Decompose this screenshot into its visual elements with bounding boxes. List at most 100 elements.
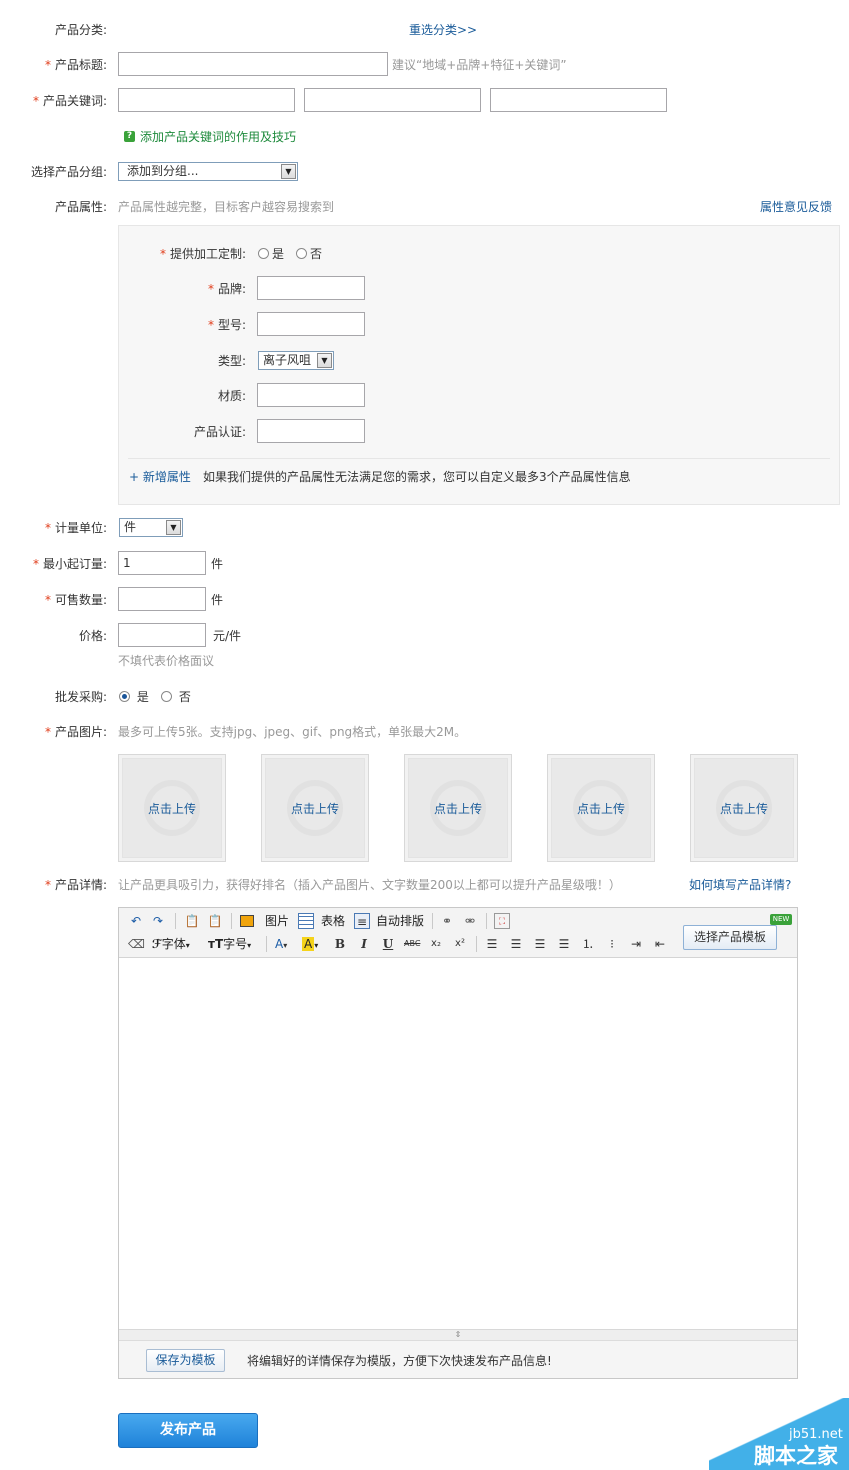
stock-input[interactable]	[118, 587, 206, 611]
keywords-label: * 产品关键词:	[32, 94, 107, 108]
stock-unit: 件	[211, 593, 224, 607]
keywords-tip-link[interactable]: 添加产品关键词的作用及技巧	[140, 129, 296, 145]
image-upload-slot[interactable]: 点击上传	[261, 754, 369, 862]
align-left-icon[interactable]: ☰	[484, 936, 500, 952]
undo-icon[interactable]: ↶	[128, 913, 144, 929]
keyword-input-3[interactable]	[490, 88, 667, 112]
redo-icon[interactable]: ↷	[150, 913, 166, 929]
toolbar-separator	[231, 913, 232, 929]
wholesale-no-radio[interactable]: 否	[161, 689, 191, 705]
highlight-color-button[interactable]: A ▾	[302, 936, 318, 954]
material-input[interactable]	[257, 383, 365, 407]
image-upload-slot[interactable]: 点击上传	[404, 754, 512, 862]
unordered-list-icon[interactable]: ⁝	[604, 936, 620, 952]
italic-icon[interactable]: I	[356, 936, 372, 952]
align-center-icon[interactable]: ☰	[508, 936, 524, 952]
paste-icon[interactable]: 📋	[184, 913, 200, 929]
title-hint: 建议“地域+品牌+特征+关键词”	[392, 58, 567, 72]
type-select[interactable]: 离子风咀 ▼	[258, 351, 334, 370]
radio-icon	[296, 248, 307, 259]
editor-content-area[interactable]	[119, 959, 797, 1329]
image-icon[interactable]	[240, 915, 254, 927]
custom-yes-radio[interactable]: 是	[258, 246, 284, 262]
font-size-menu[interactable]: ᴛT字号▾	[208, 936, 251, 954]
toolbar-separator	[476, 936, 477, 952]
custom-no-radio[interactable]: 否	[296, 246, 322, 262]
unit-label: * 计量单位:	[44, 521, 107, 535]
table-icon[interactable]	[298, 913, 314, 929]
font-size-icon: ᴛT	[208, 937, 224, 951]
outdent-icon[interactable]: ⇤	[652, 936, 668, 952]
help-icon: ?	[124, 131, 135, 142]
superscript-icon[interactable]: x²	[452, 936, 468, 952]
attributes-feedback-link[interactable]: 属性意见反馈	[760, 199, 832, 215]
min-order-input[interactable]: 1	[118, 551, 206, 575]
watermark-site: jb51.net	[789, 1427, 843, 1442]
radio-checked-icon	[119, 691, 130, 702]
min-order-label: * 最小起订量:	[32, 557, 107, 571]
chevron-down-icon: ▼	[166, 520, 181, 535]
eraser-icon[interactable]: ⌫	[128, 936, 145, 952]
unit-select[interactable]: 件 ▼	[119, 518, 183, 537]
attributes-hint: 产品属性越完整，目标客户越容易搜索到	[118, 200, 335, 214]
wholesale-yes-radio[interactable]: 是	[119, 689, 149, 705]
font-icon: ℱ	[152, 937, 162, 951]
font-color-button[interactable]: A▾	[275, 936, 287, 954]
required-star: *	[44, 593, 51, 607]
reselect-category-link[interactable]: 重选分类>>	[409, 22, 477, 38]
model-input[interactable]	[257, 312, 365, 336]
certification-input[interactable]	[257, 419, 365, 443]
required-star: *	[207, 282, 214, 296]
required-star: *	[32, 94, 39, 108]
indent-icon[interactable]: ⇥	[628, 936, 644, 952]
keyword-input-1[interactable]	[118, 88, 295, 112]
image-upload-slot[interactable]: 点击上传	[118, 754, 226, 862]
add-attribute-link[interactable]: + 新增属性	[129, 469, 191, 485]
required-star: *	[207, 318, 214, 332]
required-star: *	[44, 521, 51, 535]
insert-table-button[interactable]: 表格	[321, 913, 345, 929]
keyword-input-2[interactable]	[304, 88, 481, 112]
underline-icon[interactable]: U	[380, 936, 396, 952]
wholesale-label: 批发采购:	[54, 690, 107, 704]
font-family-menu[interactable]: ℱ字体▾	[152, 936, 190, 954]
toolbar-separator	[175, 913, 176, 929]
model-label: * 型号:	[207, 318, 246, 332]
material-label: 材质:	[217, 389, 246, 403]
save-template-button[interactable]: 保存为模板	[146, 1349, 225, 1372]
align-right-icon[interactable]: ☰	[532, 936, 548, 952]
autoformat-icon[interactable]: ≡	[354, 913, 370, 929]
title-input[interactable]	[118, 52, 388, 76]
resize-handle-icon: ⇕	[454, 1330, 462, 1339]
toolbar-separator	[486, 913, 487, 929]
price-input[interactable]	[118, 623, 206, 647]
editor-resize-bar[interactable]: ⇕	[119, 1329, 797, 1340]
image-upload-slot[interactable]: 点击上传	[690, 754, 798, 862]
add-attribute-hint: 如果我们提供的产品属性无法满足您的需求，您可以自定义最多3个产品属性信息	[203, 470, 631, 484]
image-upload-slot[interactable]: 点击上传	[547, 754, 655, 862]
choose-template-button[interactable]: 选择产品模板	[683, 925, 777, 950]
toolbar-separator	[432, 913, 433, 929]
align-justify-icon[interactable]: ☰	[556, 936, 572, 952]
price-note: 不填代表价格面议	[118, 654, 215, 668]
publish-product-button[interactable]: 发布产品	[118, 1413, 258, 1448]
subscript-icon[interactable]: x₂	[428, 936, 444, 952]
category-label: 产品分类:	[54, 23, 107, 37]
group-select[interactable]: 添加到分组... ▼	[118, 162, 298, 181]
custom-processing-label: * 提供加工定制:	[159, 247, 246, 261]
bold-icon[interactable]: B	[332, 936, 348, 952]
insert-image-button[interactable]: 图片	[265, 913, 289, 929]
autoformat-button[interactable]: 自动排版	[376, 913, 424, 929]
ordered-list-icon[interactable]: ⒈	[580, 936, 596, 952]
link-icon[interactable]: ⚭	[439, 913, 455, 929]
brand-input[interactable]	[257, 276, 365, 300]
detail-help-link[interactable]: 如何填写产品详情?	[689, 877, 791, 893]
paste-word-icon[interactable]: 📋	[207, 913, 223, 929]
min-order-unit: 件	[211, 557, 224, 571]
watermark-name: 脚本之家	[754, 1444, 838, 1468]
fullscreen-icon[interactable]: ⛶	[494, 913, 510, 929]
strikethrough-icon[interactable]: ABC	[404, 936, 420, 952]
required-star: *	[159, 247, 166, 261]
unlink-icon[interactable]: ⚮	[462, 913, 478, 929]
brand-label: * 品牌:	[207, 282, 246, 296]
